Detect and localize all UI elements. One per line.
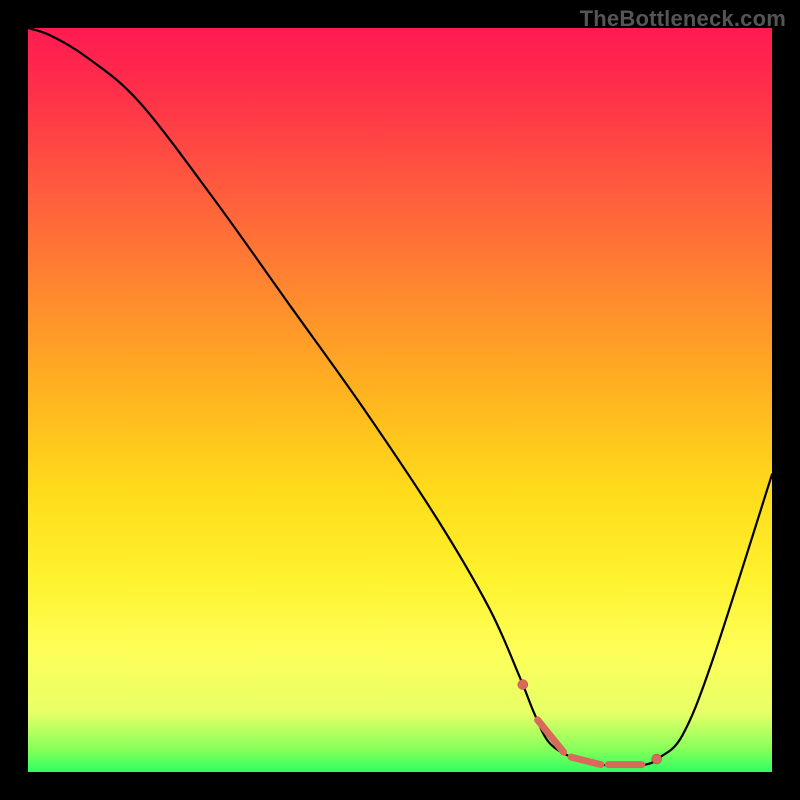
- curve-dot-marker: [652, 754, 662, 764]
- bottleneck-curve: [28, 28, 772, 765]
- chart-plot-area: [28, 28, 772, 772]
- watermark-text: TheBottleneck.com: [580, 6, 786, 32]
- chart-svg: [28, 28, 772, 772]
- curve-markers: [518, 680, 662, 765]
- curve-dash-marker: [538, 720, 564, 752]
- curve-dot-marker: [518, 680, 528, 690]
- curve-dash-marker: [571, 757, 601, 765]
